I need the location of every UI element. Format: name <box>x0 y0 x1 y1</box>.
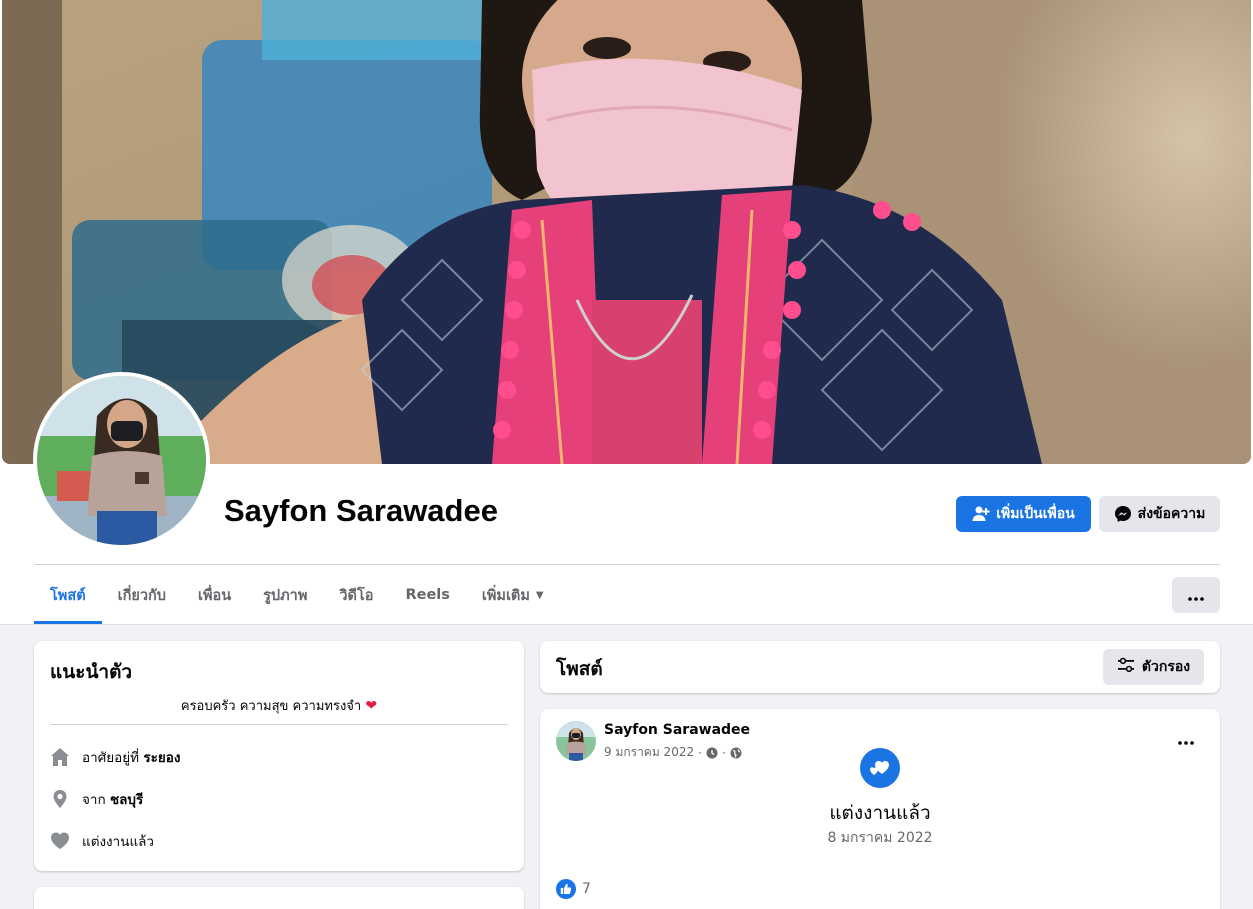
heart-icon <box>50 831 70 851</box>
filter-button[interactable]: ตัวกรอง <box>1103 649 1204 685</box>
posts-title: โพสต์ <box>556 658 603 680</box>
post-options-button[interactable] <box>1168 725 1204 753</box>
like-icon <box>556 879 576 899</box>
clock-icon <box>706 747 718 759</box>
intro-item-relationship: แต่งงานแล้ว <box>50 829 154 853</box>
header-divider <box>34 564 1220 565</box>
tab-friends[interactable]: เพื่อน <box>182 566 247 624</box>
tab-more[interactable]: เพิ่มเติม ▼ <box>466 566 560 624</box>
messenger-icon <box>1114 505 1132 523</box>
second-left-card <box>34 887 524 909</box>
tab-about[interactable]: เกี่ยวกับ <box>102 566 182 624</box>
life-event-title: แต่งงานแล้ว <box>829 802 931 824</box>
post-meta: 9 มกราคม 2022 · · <box>604 743 742 762</box>
caret-down-icon: ▼ <box>535 589 544 601</box>
message-button[interactable]: ส่งข้อความ <box>1099 496 1220 532</box>
more-dots-icon <box>1178 730 1194 749</box>
intro-item-lives-in: อาศัยอยู่ที่ ระยอง <box>50 745 181 769</box>
post-author-name[interactable]: Sayfon Sarawadee <box>604 722 750 738</box>
profile-more-button[interactable] <box>1172 577 1220 613</box>
cover-photo[interactable] <box>2 0 1251 464</box>
home-icon <box>50 747 70 767</box>
message-label: ส่งข้อความ <box>1137 506 1206 522</box>
profile-header: Sayfon Sarawadee เพิ่มเป็นเพื่อน ส่งข้อค… <box>0 0 1253 625</box>
post-card: Sayfon Sarawadee 9 มกราคม 2022 · · แต่งง… <box>540 709 1220 909</box>
profile-tabs: โพสต์ เกี่ยวกับ เพื่อน รูปภาพ วิดีโอ Ree… <box>34 566 560 624</box>
tab-posts[interactable]: โพสต์ <box>34 566 102 624</box>
from-value[interactable]: ชลบุรี <box>110 792 143 808</box>
bio-text: ครอบครัว ความสุข ความทรงจำ ❤ <box>180 698 378 714</box>
red-heart-icon: ❤ <box>365 698 378 714</box>
life-event-hearts-icon <box>860 748 900 788</box>
post-date[interactable]: 9 มกราคม 2022 <box>604 743 694 762</box>
filter-sliders-icon <box>1117 657 1135 677</box>
intro-item-from: จาก ชลบุรี <box>50 787 143 811</box>
lives-in-value[interactable]: ระยอง <box>143 750 180 766</box>
intro-divider <box>50 724 508 725</box>
intro-card: แนะนำตัว ครอบครัว ความสุข ความทรงจำ ❤ อา… <box>34 641 524 871</box>
profile-avatar[interactable] <box>33 372 210 549</box>
reactions-summary[interactable]: 7 <box>556 879 591 899</box>
life-event-date: 8 มกราคม 2022 <box>827 830 933 846</box>
post-author-avatar[interactable] <box>556 721 596 761</box>
add-friend-label: เพิ่มเป็นเพื่อน <box>996 506 1075 522</box>
intro-title: แนะนำตัว <box>50 661 133 683</box>
tab-videos[interactable]: วิดีโอ <box>323 566 389 624</box>
tab-reels[interactable]: Reels <box>389 566 465 624</box>
location-pin-icon <box>50 789 70 809</box>
more-dots-icon <box>1188 586 1204 605</box>
add-friend-button[interactable]: เพิ่มเป็นเพื่อน <box>956 496 1091 532</box>
add-friend-icon <box>972 505 990 523</box>
globe-icon <box>730 747 742 759</box>
tab-photos[interactable]: รูปภาพ <box>247 566 323 624</box>
posts-header-card: โพสต์ ตัวกรอง <box>540 641 1220 693</box>
like-count: 7 <box>582 881 591 897</box>
filter-label: ตัวกรอง <box>1141 659 1191 675</box>
profile-name: Sayfon Sarawadee <box>224 493 498 528</box>
